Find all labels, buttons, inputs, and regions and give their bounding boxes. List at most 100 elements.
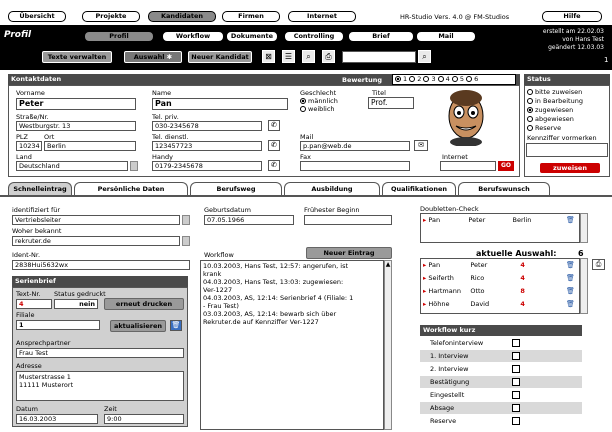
tab-schnelleintrag[interactable]: Schnelleintrag	[8, 182, 72, 195]
kennziffer-input[interactable]	[526, 143, 608, 157]
checkbox-icon[interactable]	[512, 391, 520, 399]
search-go-icon[interactable]: ⌕	[418, 50, 431, 63]
tab-berufswunsch[interactable]: Berufswunsch	[458, 182, 550, 195]
workflow-kurz-item[interactable]: Eingestellt	[420, 389, 582, 401]
phone-icon[interactable]: ✆	[268, 140, 280, 151]
go-button[interactable]: GO	[498, 161, 514, 171]
land-select[interactable]: Deutschland	[16, 161, 128, 171]
strasse-input[interactable]: Westburgstr. 13	[16, 121, 136, 131]
vorname-input[interactable]: Peter	[16, 98, 136, 110]
auswahl-row[interactable]: ▸ Pan Peter 4	[423, 261, 525, 269]
print-icon[interactable]: ⎙	[592, 259, 605, 270]
doubletten-scrollbar[interactable]	[580, 213, 588, 243]
workflow-kurz-item[interactable]: Bestätigung	[420, 376, 582, 388]
workflow-kurz-item[interactable]: Reserve	[420, 415, 582, 427]
identifiziert-dropdown-icon[interactable]	[182, 215, 190, 225]
tab-qualifikationen[interactable]: Qualifikationen	[382, 182, 456, 195]
status-radio[interactable]: in Bearbeitung	[527, 97, 583, 105]
subtab-brief[interactable]: Brief	[348, 31, 414, 42]
tab-projekte[interactable]: Projekte	[82, 11, 140, 22]
search-input[interactable]	[342, 51, 416, 63]
print-icon[interactable]: ⎙	[322, 50, 335, 63]
internet-input[interactable]	[440, 161, 496, 171]
woher-dropdown-icon[interactable]	[182, 236, 190, 246]
search-icon[interactable]: ⌕	[302, 50, 315, 63]
radio-maennlich[interactable]: männlich	[300, 97, 338, 105]
bewertung-radio-2[interactable]	[409, 76, 416, 82]
list-icon[interactable]: ☰	[282, 50, 295, 63]
checkbox-icon[interactable]	[512, 404, 520, 412]
tab-persoenliche-daten[interactable]: Persönliche Daten	[74, 182, 188, 195]
subtab-workflow[interactable]: Workflow	[162, 31, 224, 42]
geburtsdatum-input[interactable]: 07.05.1966	[204, 215, 294, 225]
trash-icon[interactable]: 🗑	[566, 300, 575, 309]
subtab-dokumente[interactable]: Dokumente	[226, 31, 278, 42]
identifiziert-select[interactable]: Vertriebsleiter	[12, 215, 180, 225]
tab-internet[interactable]: Internet	[288, 11, 356, 22]
zuweisen-button[interactable]: zuweisen	[540, 163, 600, 173]
auswahl-row[interactable]: ▸ Seiferth Rico 4	[423, 274, 525, 282]
status-radio[interactable]: Reserve	[527, 124, 561, 132]
adresse-textarea[interactable]: Musterstrasse 1 11111 Musterort	[16, 371, 184, 401]
trash-icon[interactable]: 🗑	[566, 216, 575, 225]
tab-kandidaten[interactable]: Kandidaten	[148, 11, 216, 22]
trash-icon[interactable]: 🗑	[566, 287, 575, 296]
people-icon[interactable]: ⊠	[262, 50, 275, 63]
erneut-drucken-button[interactable]: erneut drucken	[104, 298, 184, 310]
auswahl-button[interactable]: Auswahl ✱	[124, 51, 182, 63]
auswahl-row[interactable]: ▸ Höhne David 4	[423, 300, 525, 308]
status-radio[interactable]: abgewiesen	[527, 115, 574, 123]
auswahl-scrollbar[interactable]	[580, 258, 588, 314]
tel-priv-input[interactable]: 030-2345678	[152, 121, 262, 131]
checkbox-icon[interactable]	[512, 352, 520, 360]
woher-select[interactable]: rekruter.de	[12, 236, 180, 246]
handy-input[interactable]: 0179-2345678	[152, 161, 262, 171]
workflow-kurz-item[interactable]: Telefoninterview	[420, 337, 582, 349]
status-radio[interactable]: bitte zuweisen	[527, 88, 582, 96]
neuer-kandidat-button[interactable]: Neuer Kandidat	[188, 51, 252, 63]
checkbox-icon[interactable]	[512, 417, 520, 425]
phone-icon[interactable]: ✆	[268, 120, 280, 131]
workflow-kurz-item[interactable]: 1. Interview	[420, 350, 582, 362]
auswahl-row[interactable]: ▸ Hartmann Otto 8	[423, 287, 525, 295]
workflow-log[interactable]: 10.03.2003, Hans Test, 12:57: angerufen,…	[200, 260, 384, 430]
trash-icon[interactable]: 🗑	[170, 320, 182, 331]
textnr-input[interactable]: 4	[16, 299, 52, 309]
bewertung-radio-6[interactable]	[466, 76, 473, 82]
checkbox-icon[interactable]	[512, 339, 520, 347]
workflow-scrollbar[interactable]: ▲	[384, 260, 392, 430]
fax-input[interactable]	[300, 161, 410, 171]
mail-input[interactable]: p.pan@web.de	[300, 141, 410, 151]
bewertung-radio-3[interactable]	[423, 76, 430, 82]
subtab-mail[interactable]: Mail	[416, 31, 476, 42]
datum-input[interactable]: 16.03.2003	[16, 414, 98, 424]
titel-input[interactable]: Prof.	[368, 97, 414, 109]
tab-uebersicht[interactable]: Übersicht	[8, 11, 66, 22]
subtab-controlling[interactable]: Controlling	[284, 31, 344, 42]
tab-berufsweg[interactable]: Berufsweg	[190, 182, 282, 195]
status-radio[interactable]: zugewiesen	[527, 106, 573, 114]
phone-icon[interactable]: ✆	[268, 160, 280, 171]
checkbox-icon[interactable]	[512, 365, 520, 373]
checkbox-icon[interactable]	[512, 378, 520, 386]
zeit-input[interactable]: 9:00	[104, 414, 184, 424]
aktualisieren-button[interactable]: aktualisieren	[110, 320, 166, 332]
ort-input[interactable]: Berlin	[44, 141, 136, 151]
filiale-input[interactable]: 1	[16, 320, 100, 330]
tab-ausbildung[interactable]: Ausbildung	[284, 182, 380, 195]
neuer-eintrag-button[interactable]: Neuer Eintrag	[306, 247, 392, 259]
ident-input[interactable]: 2838Hui5632wx	[12, 260, 190, 270]
workflow-kurz-item[interactable]: 2. Interview	[420, 363, 582, 375]
bewertung-radio-5[interactable]	[451, 76, 458, 82]
ansprech-input[interactable]: Frau Test	[16, 348, 184, 358]
doubletten-row[interactable]: ▸ Pan Peter Berlin	[423, 216, 531, 224]
bewertung-radio-4[interactable]	[437, 76, 444, 82]
land-dropdown-icon[interactable]	[130, 161, 138, 171]
radio-weiblich[interactable]: weiblich	[300, 105, 335, 113]
workflow-kurz-item[interactable]: Absage	[420, 402, 582, 414]
trash-icon[interactable]: 🗑	[566, 261, 575, 270]
tab-firmen[interactable]: Firmen	[222, 11, 280, 22]
scroll-up-icon[interactable]: ▲	[385, 261, 391, 269]
envelope-icon[interactable]: ✉	[414, 140, 428, 151]
trash-icon[interactable]: 🗑	[566, 274, 575, 283]
